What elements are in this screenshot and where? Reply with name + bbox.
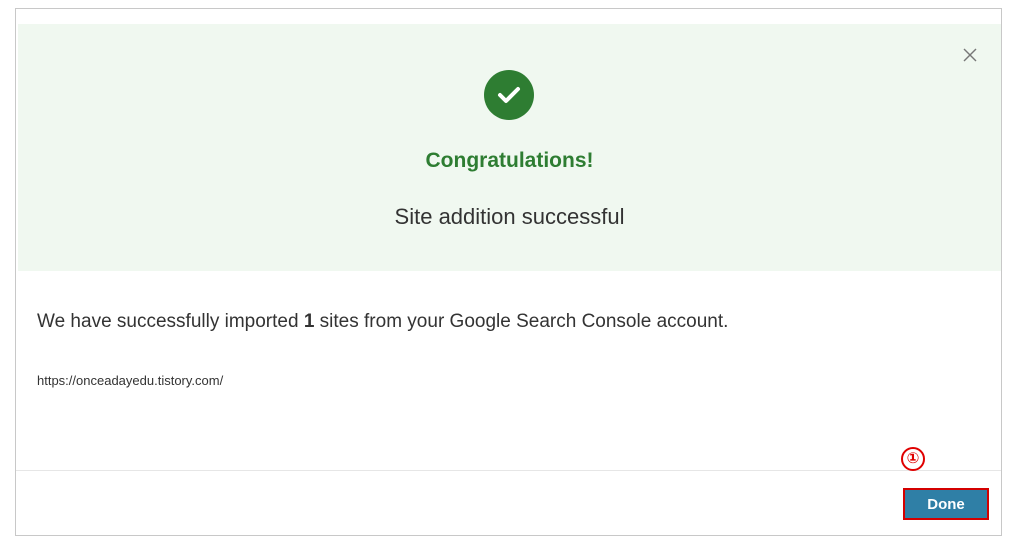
imported-site-count: 1 <box>303 311 315 332</box>
congratulations-heading: Congratulations! <box>425 149 594 172</box>
dialog-subtitle: Site addition successful <box>394 204 625 229</box>
checkmark-circle-icon <box>484 70 534 120</box>
footer-divider <box>16 470 1001 471</box>
success-banner: Congratulations! Site addition successfu… <box>18 24 1001 271</box>
message-prefix: We have successfully imported <box>37 311 304 332</box>
step-annotation-marker: ① <box>901 447 925 471</box>
close-icon <box>963 48 977 62</box>
done-button[interactable]: Done <box>903 488 989 520</box>
site-added-dialog: Congratulations! Site addition successfu… <box>15 8 1002 536</box>
imported-site-url: https://onceadayedu.tistory.com/ <box>37 373 224 388</box>
close-button[interactable] <box>961 46 979 64</box>
message-suffix: sites from your Google Search Console ac… <box>314 311 729 332</box>
import-message: We have successfully imported 1 sites fr… <box>37 311 728 333</box>
